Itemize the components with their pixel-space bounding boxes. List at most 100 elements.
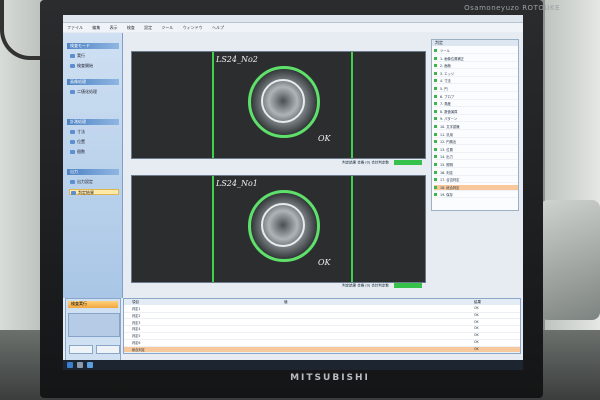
view-label: LS24_No2 xyxy=(216,55,258,64)
table-row[interactable]: 判定2 OK xyxy=(124,313,520,320)
table-row[interactable]: 総合判定 OK xyxy=(124,346,520,354)
table-cell-name: 判定6 xyxy=(132,341,141,345)
table-cell-name: 判定2 xyxy=(132,313,141,318)
panel-row[interactable]: 3. エッジ xyxy=(434,71,518,77)
menu-item[interactable]: ツール xyxy=(157,23,177,31)
panel-row[interactable]: 14. 出力 xyxy=(434,154,518,161)
part-inner-ring xyxy=(261,79,305,123)
sidebar-item[interactable]: 二値化処理 xyxy=(69,89,119,95)
taskbar xyxy=(63,360,523,370)
table-row[interactable]: 判定4 OK xyxy=(124,326,520,333)
panel-row-name: 6. ブロブ xyxy=(440,94,455,99)
table-row[interactable]: 判定3 OK xyxy=(124,320,520,327)
sidebar-item[interactable]: 位置 xyxy=(69,139,119,145)
panel-row-name: 19. 保存 xyxy=(440,193,453,198)
menu-item[interactable]: 検査 xyxy=(123,23,139,31)
sidebar-item[interactable]: 個数 xyxy=(69,149,119,155)
camera-view-1[interactable]: LS24_No2 OK xyxy=(131,51,426,159)
check-icon xyxy=(434,102,437,106)
panel-row[interactable]: 10. 文字認識 xyxy=(434,124,518,130)
panel-row[interactable]: 7. 角度 xyxy=(434,101,518,108)
check-icon xyxy=(434,109,437,113)
panel-row[interactable]: 1. 画像位置補正 xyxy=(434,56,518,62)
monitor-bottom-brand: MITSUBISHI xyxy=(290,373,370,383)
panel-row[interactable]: 8. 数値演算 xyxy=(434,109,518,115)
panel-row[interactable]: 11. 汎用 xyxy=(434,132,518,138)
check-icon xyxy=(434,147,437,151)
sidebar-item[interactable]: 寸法 xyxy=(69,129,119,135)
table-row[interactable]: 判定6 OK xyxy=(124,340,520,347)
check-icon xyxy=(434,140,437,144)
status-ok-bar xyxy=(394,283,422,288)
part-inner-ring xyxy=(261,203,305,247)
check-icon xyxy=(434,178,437,182)
panel-title: 判定 xyxy=(432,40,518,46)
panel-row-name: 2. 面積 xyxy=(440,64,451,69)
panel-row-name: 16. 判定 xyxy=(440,170,453,175)
sidebar-item[interactable]: 検査開始 xyxy=(69,63,119,69)
panel-row-name: 9. パターン xyxy=(440,117,458,122)
table-cell-result: OK xyxy=(474,306,479,310)
panel-row[interactable]: 18. 総合判定 xyxy=(434,184,518,191)
panel-row-name: 13. 位置 xyxy=(440,147,453,152)
control-box: 検査実行 xyxy=(65,298,121,368)
menu-item[interactable]: 表示 xyxy=(106,23,122,31)
panel-row[interactable]: 16. 判定 xyxy=(434,170,518,176)
control-button[interactable] xyxy=(96,345,120,354)
result-label: OK xyxy=(318,258,331,267)
panel-row-name: 17. 合否判定 xyxy=(440,178,460,183)
panel-row[interactable]: 4. 寸法 xyxy=(434,78,518,85)
panel-row[interactable]: 5. 円 xyxy=(434,86,518,92)
panel-row[interactable]: 15. 照明 xyxy=(434,162,518,168)
check-icon xyxy=(434,79,437,83)
check-icon xyxy=(434,56,437,60)
panel-row[interactable]: 12. 円検出 xyxy=(434,139,518,146)
start-icon[interactable] xyxy=(67,362,73,368)
sidebar-section-title: 計測処理 xyxy=(67,119,119,125)
view-status: 判定結果 合格 (0) 合計判定数 xyxy=(131,283,428,290)
status-ok-bar xyxy=(394,160,422,165)
panel-row[interactable]: ツール xyxy=(434,48,518,54)
table-cell-result: OK xyxy=(474,346,479,351)
table-cell-name: 判定4 xyxy=(132,327,141,332)
check-icon xyxy=(434,64,437,68)
camera-view-2[interactable]: LS24_No1 OK xyxy=(131,175,426,283)
panel-row-name: 18. 総合判定 xyxy=(440,185,460,190)
result-label: OK xyxy=(318,134,331,143)
menu-item[interactable]: ウィンドウ xyxy=(179,23,207,31)
check-icon xyxy=(434,49,437,52)
table-row[interactable]: 判定1 OK xyxy=(124,306,520,313)
panel-row-name: 8. 数値演算 xyxy=(440,109,458,114)
menu-item[interactable]: ファイル xyxy=(63,23,87,31)
check-icon xyxy=(434,193,437,197)
menu-bar: ファイル 編集 表示 検査 設定 ツール ウィンドウ ヘルプ xyxy=(63,23,523,32)
table-cell-name: 判定1 xyxy=(132,307,141,311)
menu-item[interactable]: 設定 xyxy=(140,23,156,31)
table-cell-name: 判定3 xyxy=(132,320,141,325)
panel-row[interactable]: 2. 面積 xyxy=(434,63,518,70)
panel-row[interactable]: 9. パターン xyxy=(434,116,518,123)
app-icon[interactable] xyxy=(87,362,93,368)
grid-col-header: 項目 xyxy=(132,300,139,304)
check-icon xyxy=(434,117,437,121)
results-grid: 項目 値 結果 判定1 OK 判定2 OK 判定3 OK 判定4 OK 判定5 OK 判定6 OK 総合… xyxy=(123,298,521,354)
machine-part xyxy=(540,200,600,320)
sidebar-section-title: 出力 xyxy=(67,169,119,175)
panel-row[interactable]: 19. 保存 xyxy=(434,192,518,199)
sidebar-item-active[interactable]: 判定結果 xyxy=(69,189,119,195)
sidebar-item[interactable]: 出力設定 xyxy=(69,179,119,185)
menu-item[interactable]: ヘルプ xyxy=(208,23,228,31)
panel-row[interactable]: 17. 合否判定 xyxy=(434,177,518,184)
panel-row[interactable]: 13. 位置 xyxy=(434,147,518,153)
control-button[interactable] xyxy=(69,345,93,354)
run-inspection-button[interactable]: 検査実行 xyxy=(68,301,118,308)
check-icon xyxy=(434,155,437,159)
grid-col-header: 結果 xyxy=(474,300,481,304)
sidebar-item[interactable]: 実行 xyxy=(69,53,119,59)
menu-item[interactable]: 編集 xyxy=(88,23,104,31)
view-label: LS24_No1 xyxy=(216,179,258,188)
table-cell-result: OK xyxy=(474,333,479,338)
table-row[interactable]: 判定5 OK xyxy=(124,333,520,340)
panel-row[interactable]: 6. ブロブ xyxy=(434,94,518,100)
search-icon[interactable] xyxy=(77,362,83,368)
